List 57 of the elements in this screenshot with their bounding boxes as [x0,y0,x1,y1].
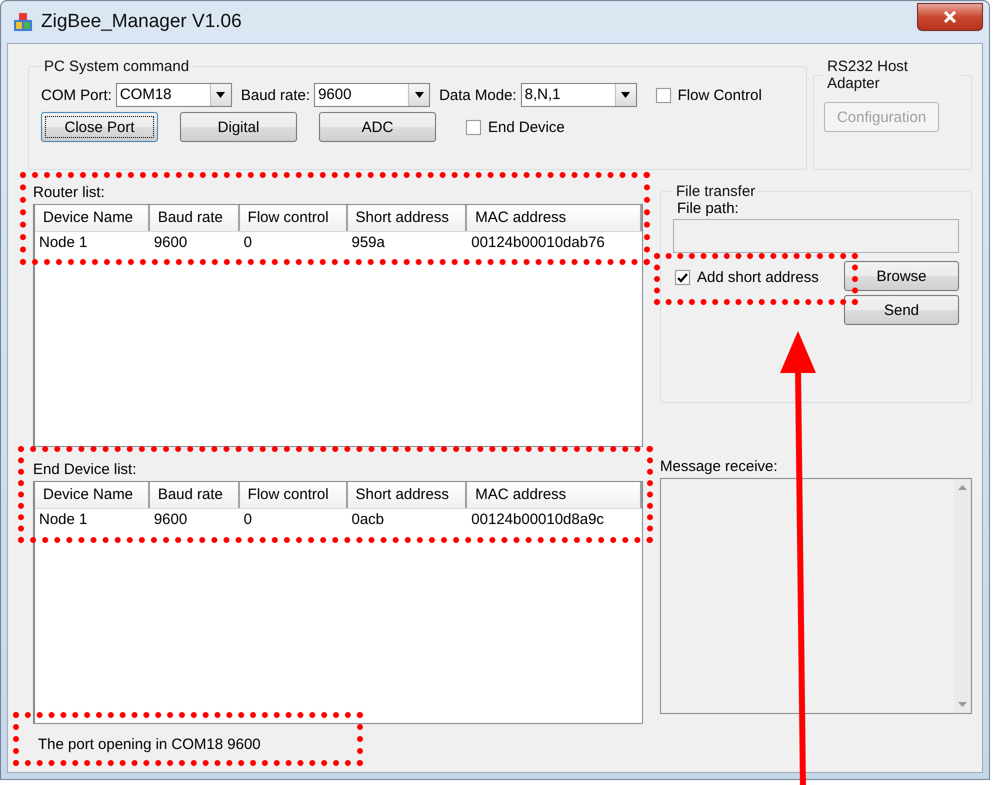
checkbox[interactable] [675,270,690,285]
field-label: File path: [676,200,739,217]
table-cell-text: Node 1 [38,233,88,253]
file-path-field[interactable] [673,219,959,253]
table-cell-text: 00124b00010dab76 [470,233,606,253]
scroll-down-icon [958,702,967,707]
column-header[interactable]: Device Name [35,482,150,508]
table-cell-text: Node 1 [38,510,88,530]
group-title: PC System command [43,58,190,75]
dropdown[interactable]: COM18 [116,83,232,107]
list-title: End Device list: [32,461,138,480]
column-header[interactable]: Baud rate [150,482,240,508]
caret-icon [621,92,630,98]
field-label: COM Port: [41,86,112,104]
scrollbar[interactable] [954,479,971,713]
checkbox-label: Flow Control [678,86,762,104]
scroll-up-icon [958,485,967,490]
checkbox-label: Add short address [697,269,819,286]
dropdown[interactable]: 9600 [314,83,430,107]
table-cell-text: 9600 [152,233,188,253]
list-title: Router list: [32,184,106,203]
column-header[interactable]: Baud rate [150,205,240,231]
caret-icon [216,92,226,98]
column-header[interactable]: Flow control [240,482,348,508]
table-cell-text: 00124b00010d8a9c [470,510,605,530]
column-header[interactable]: MAC address [467,205,642,231]
table-cell-text: 0 [242,510,254,530]
field-label: Message receive: [660,458,779,477]
close-button[interactable] [917,3,983,31]
group-title: RS232 Host Adapter [826,58,909,92]
column-header[interactable]: MAC address [467,482,642,508]
file-button[interactable]: Send [844,295,959,325]
field-label: Baud rate: [240,86,310,104]
column-header[interactable]: Flow control [240,205,348,231]
table-cell-text: 9600 [152,510,188,530]
status-text: The port opening in COM18 9600 [38,736,261,753]
file-button[interactable]: Browse [844,261,959,291]
checkmark-icon [677,272,688,282]
column-header[interactable]: Short address [348,205,468,231]
checkbox[interactable] [466,120,481,134]
caret-icon [414,92,424,98]
command-button[interactable]: Digital [180,112,297,142]
checkbox[interactable] [656,88,671,102]
group-title: File transfer [675,183,756,200]
app-icon [13,12,33,32]
checkbox-label: End Device [488,118,565,136]
dropdown[interactable]: 8,N,1 [520,83,637,107]
column-header[interactable]: Device Name [35,205,150,231]
table-cell-text: 0 [242,233,254,253]
table-cell-text: 0acb [350,510,386,530]
column-header[interactable]: Short address [348,482,468,508]
command-button[interactable]: Close Port [41,112,158,142]
table-cell-text: 959a [350,233,386,253]
command-button[interactable]: ADC [319,112,436,142]
close-icon [943,11,957,23]
window-title: ZigBee_Manager V1.06 [41,11,243,33]
field-label: Data Mode: [439,86,517,104]
